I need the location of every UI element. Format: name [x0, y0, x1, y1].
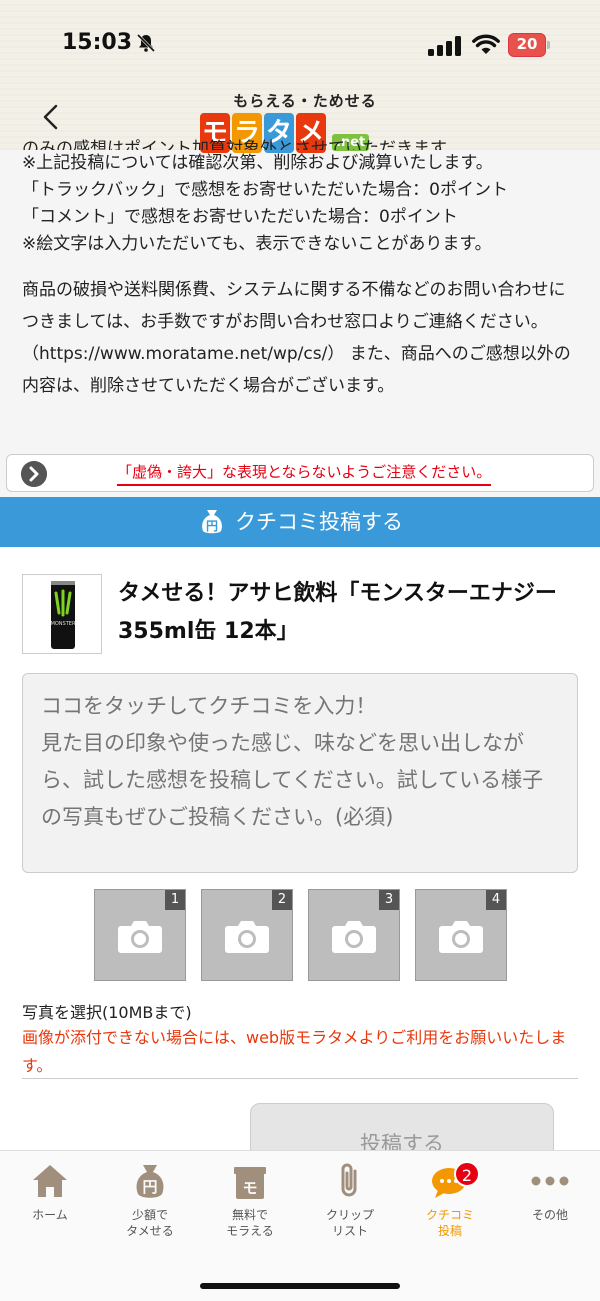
tab-try-cheap[interactable]: 円 少額で タメせる [100, 1161, 200, 1239]
bottom-tab-bar: ホーム 円 少額で タメせる モ 無料で モラえる クリップ リスト 2 クチコ… [0, 1150, 600, 1301]
svg-text:円: 円 [206, 519, 218, 533]
post-bar-label: クチコミ投稿する [235, 510, 403, 534]
gift-icon: モ [234, 1167, 266, 1199]
svg-text:MONSTER: MONSTER [51, 621, 76, 627]
product-image: MONSTER [22, 574, 102, 654]
back-button[interactable] [36, 100, 66, 134]
notification-badge: 2 [454, 1161, 480, 1187]
photo-size-note: 写真を選択(10MBまで) [22, 1003, 192, 1022]
tab-free-gifts[interactable]: モ 無料で モラえる [200, 1161, 300, 1239]
battery-indicator: 20 [508, 33, 550, 57]
photo-slot-number: 3 [379, 890, 399, 910]
notes-cut-line: のみの感想はポイント加算対象外とさせていただきます。 [22, 139, 463, 150]
home-icon [33, 1165, 67, 1197]
notes-line: 「コメント」で感想をお寄せいただいた場合：0ポイント [22, 207, 458, 227]
photo-slot-3[interactable]: 3 [308, 889, 400, 981]
tab-label: ホーム [32, 1208, 68, 1222]
tab-label: 無料で モラえる [226, 1208, 274, 1238]
tab-label: クチコミ 投稿 [425, 1208, 474, 1238]
camera-icon [225, 921, 269, 953]
photo-slot-4[interactable]: 4 [415, 889, 507, 981]
logo-tagline: もらえる・ためせる [233, 92, 377, 110]
tab-label: クリップ リスト [325, 1208, 374, 1238]
home-indicator [200, 1283, 400, 1289]
product-title: タメせる！アサヒ飲料「モンスターエナジー 355ml缶 12本」 [118, 581, 557, 644]
photo-slot-number: 4 [486, 890, 506, 910]
signal-icon [428, 36, 461, 56]
review-textarea[interactable] [22, 673, 578, 873]
svg-text:円: 円 [142, 1178, 157, 1196]
tab-home[interactable]: ホーム [0, 1161, 100, 1223]
money-bag-icon: 円 [202, 510, 222, 534]
battery-level: 20 [516, 35, 538, 53]
caution-bar[interactable]: 「虚偽・誇大」な表現とならないようご注意ください。 [6, 454, 594, 492]
camera-icon [439, 921, 483, 953]
notes-section: のみの感想はポイント加算対象外とさせていただきます。 ※上記投稿については確認次… [0, 138, 600, 402]
divider [22, 1078, 578, 1079]
svg-text:モ: モ [242, 1179, 257, 1197]
photo-slot-number: 2 [272, 890, 292, 910]
camera-icon [118, 921, 162, 953]
status-time: 15:03 [62, 30, 133, 55]
photo-slot-1[interactable]: 1 [94, 889, 186, 981]
tab-clip-list[interactable]: クリップ リスト [300, 1161, 400, 1239]
tab-more[interactable]: その他 [500, 1161, 600, 1223]
photo-slot-2[interactable]: 2 [201, 889, 293, 981]
tab-label: 少額で タメせる [126, 1208, 174, 1238]
photo-slots: 1 2 3 4 [94, 889, 514, 981]
notes-line: ※上記投稿については確認次第、削除および減算いたします。 [22, 153, 493, 173]
photo-upload-warning: 画像が添付できない場合には、web版モラタメよりご利用をお願いいたします。 [22, 1028, 567, 1075]
notes-paragraph: 商品の破損や送料関係費、システムに関する不備などのお問い合わせにつきましては、お… [22, 280, 571, 396]
wifi-icon [472, 34, 500, 54]
chevron-right-icon [21, 461, 47, 487]
camera-icon [332, 921, 376, 953]
bell-muted-icon [136, 33, 156, 53]
review-form: MONSTER タメせる！アサヒ飲料「モンスターエナジー 355ml缶 12本」… [0, 547, 600, 1163]
app-header: 15:03 20 もらえる・ためせる モ ラ タ メ .net [0, 0, 600, 153]
tab-post-review[interactable]: 2 クチコミ 投稿 [400, 1161, 500, 1239]
caution-text: 「虚偽・誇大」な表現とならないようご注意ください。 [117, 461, 492, 486]
photo-slot-number: 1 [165, 890, 185, 910]
tab-label: その他 [531, 1208, 568, 1222]
monster-can-image: MONSTER [51, 581, 76, 649]
post-review-bar: 円 クチコミ投稿する [0, 497, 600, 547]
notes-line: 「トラックバック」で感想をお寄せいただいた場合：0ポイント [22, 180, 508, 200]
money-bag-icon: 円 [136, 1165, 164, 1198]
more-icon [531, 1176, 569, 1186]
notes-line: ※絵文字は入力いただいても、表示できないことがあります。 [22, 234, 492, 254]
paperclip-icon [341, 1163, 357, 1197]
